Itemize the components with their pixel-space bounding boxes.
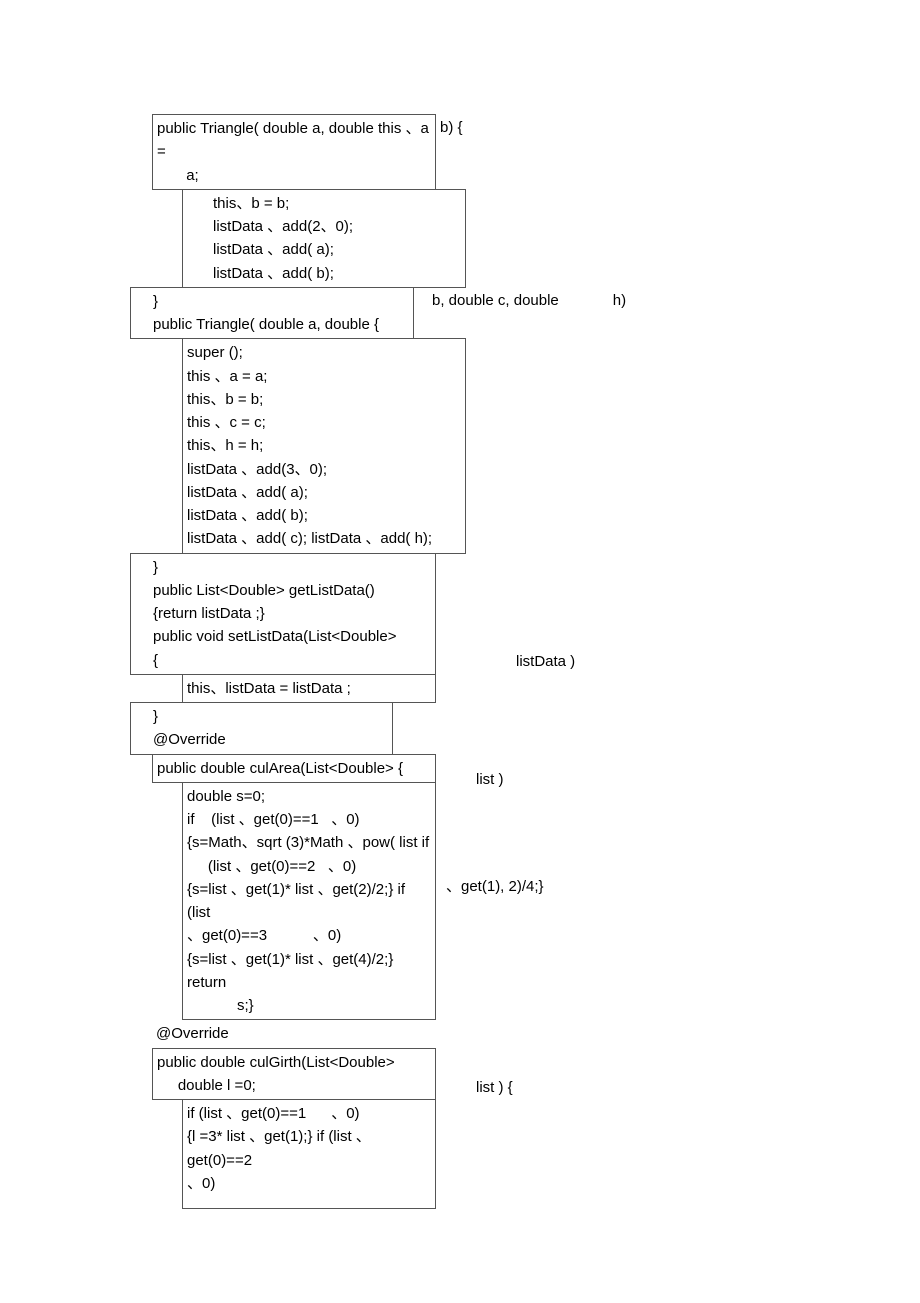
code-block: super (); this 、a = a; this、b = b; this … xyxy=(182,338,466,553)
code-line: @Override xyxy=(152,1020,790,1047)
code-block: if (list 、get(0)==1 、0) {l =3* list 、get… xyxy=(182,1099,436,1209)
code-line: } @Override xyxy=(130,702,393,755)
code-line: } public Triangle( double a, double { xyxy=(130,287,414,340)
code-fragment: list ) xyxy=(472,766,508,793)
code-line: listData 、add( b); xyxy=(187,504,461,527)
code-block: double s=0; if (list 、get(0)==1 、0) {s=M… xyxy=(182,782,436,1021)
code-line: this、h = h; xyxy=(187,434,461,457)
code-line: this 、a = a; xyxy=(187,365,461,388)
code-fragment: b) { xyxy=(436,114,467,190)
code-fragment: list ) { xyxy=(472,1074,517,1101)
code-block: this、b = b; listData 、add(2、0); listData… xyxy=(182,189,466,288)
code-line: this、listData = listData ; xyxy=(182,674,436,703)
code-line: } public List<Double> getListData() {ret… xyxy=(130,553,436,675)
code-fragment: listData ) xyxy=(436,648,579,675)
code-line: public double culGirth(List<Double> doub… xyxy=(152,1048,436,1101)
code-line: listData 、add( a); xyxy=(213,238,461,261)
code-fragment: h) xyxy=(563,287,630,340)
code-line: listData 、add(2、0); xyxy=(213,215,461,238)
code-line: super (); xyxy=(187,341,461,364)
code-line: listData 、add( c); listData 、add( h); xyxy=(187,527,461,550)
code-line: listData 、add( b); xyxy=(213,262,461,285)
code-line: public double culArea(List<Double> { xyxy=(152,754,436,783)
code-line: public Triangle( double a, double this 、… xyxy=(152,114,436,190)
code-fragment: b, double c, double xyxy=(414,287,563,340)
code-line: this、b = b; xyxy=(187,388,461,411)
code-line: listData 、add(3、0); xyxy=(187,458,461,481)
code-line: this 、c = c; xyxy=(187,411,461,434)
code-line: listData 、add( a); xyxy=(187,481,461,504)
code-line: this、b = b; xyxy=(213,192,461,215)
code-fragment: 、get(1), 2)/4;} xyxy=(442,873,548,900)
